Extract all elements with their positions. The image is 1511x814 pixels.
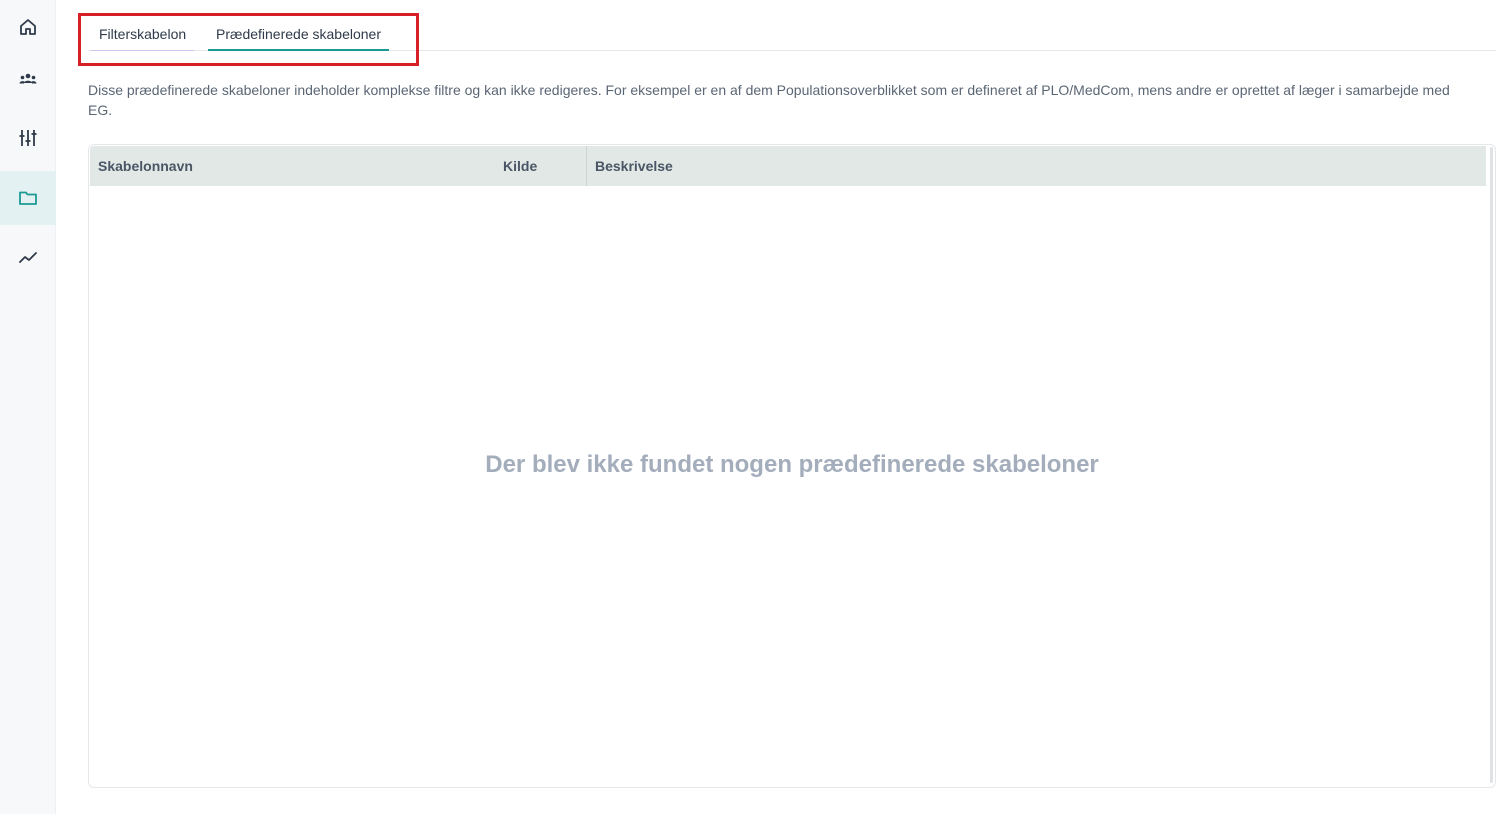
home-icon xyxy=(18,17,38,37)
empty-state-message: Der blev ikke fundet nogen prædefinerede… xyxy=(485,451,1099,478)
nav-statistics[interactable] xyxy=(0,231,56,285)
users-icon xyxy=(18,68,38,88)
folder-icon xyxy=(18,188,38,208)
sidebar xyxy=(0,0,56,814)
description-text: Disse prædefinerede skabeloner indeholde… xyxy=(88,82,1450,118)
column-divider xyxy=(586,146,587,186)
nav-home[interactable] xyxy=(0,0,56,54)
trend-line-icon xyxy=(18,248,38,268)
nav-patients[interactable] xyxy=(0,51,56,105)
vertical-scrollbar[interactable] xyxy=(1490,147,1493,783)
table-header: Skabelonnavn Kilde Beskrivelse xyxy=(90,146,1486,186)
templates-table: Skabelonnavn Kilde Beskrivelse Der blev … xyxy=(88,144,1496,788)
nav-filters[interactable] xyxy=(0,111,56,165)
main-content: Filterskabelon Prædefinerede skabeloner … xyxy=(56,0,1511,814)
highlight-box xyxy=(78,13,419,66)
column-header-description[interactable]: Beskrivelse xyxy=(595,146,673,186)
sliders-icon xyxy=(18,128,38,148)
column-header-source[interactable]: Kilde xyxy=(503,146,537,186)
nav-templates[interactable] xyxy=(0,171,56,225)
column-header-template-name[interactable]: Skabelonnavn xyxy=(98,146,193,186)
